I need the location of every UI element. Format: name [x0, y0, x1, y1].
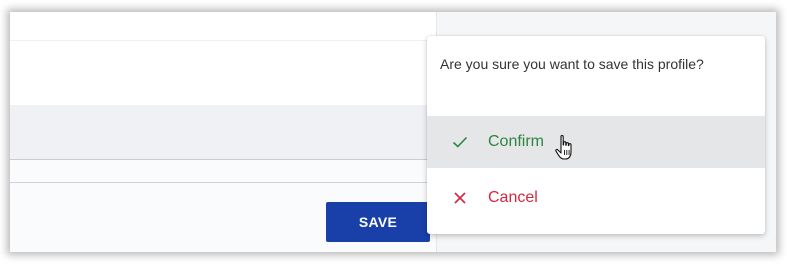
check-icon [440, 132, 480, 152]
close-icon [440, 188, 480, 208]
hand-pointer-icon [554, 134, 576, 162]
confirm-save-popover: Are you sure you want to save this profi… [427, 36, 765, 234]
form-row-field[interactable] [10, 41, 436, 105]
confirm-label: Confirm [488, 133, 545, 150]
profile-form-panel: SAVE [10, 12, 437, 252]
app-window: SAVE Are you sure you want to save this … [10, 12, 776, 252]
screenshot-frame: SAVE Are you sure you want to save this … [0, 0, 791, 264]
save-button[interactable]: SAVE [326, 202, 430, 242]
confirm-prompt: Are you sure you want to save this profi… [440, 56, 704, 72]
confirm-menu-item[interactable]: Confirm [427, 116, 765, 168]
cancel-label: Cancel [488, 189, 538, 206]
cancel-menu-item[interactable]: Cancel [427, 172, 765, 224]
form-divider [10, 182, 436, 183]
form-row-top [10, 12, 436, 41]
form-row-input[interactable] [10, 105, 436, 160]
